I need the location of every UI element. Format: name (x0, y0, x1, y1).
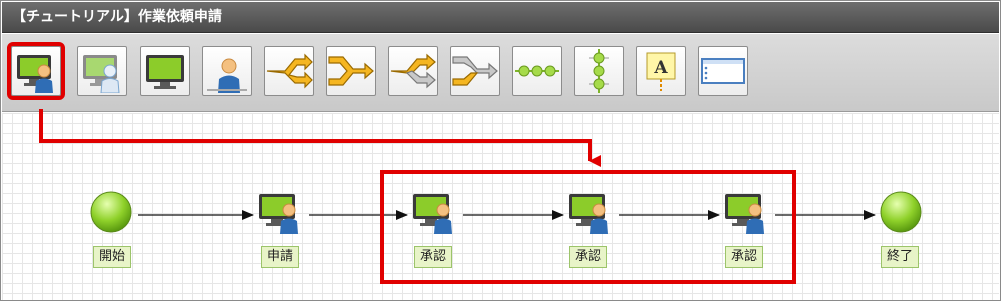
vertical-line-tool-button[interactable] (574, 46, 624, 96)
monitor-person-outline-icon (83, 55, 120, 93)
task-node-apply[interactable] (257, 188, 303, 238)
monitor-person-icon (17, 55, 53, 93)
note-tool-button[interactable] (698, 46, 748, 96)
group-task-tool-button[interactable] (77, 46, 127, 96)
workflow-editor-window: 【チュートリアル】作業依頼申請 A 開始 申請 承認 承認 承認 終了 (0, 0, 1001, 301)
start-node[interactable] (89, 190, 133, 238)
node-label-end: 終了 (881, 246, 920, 268)
node-label-apply: 申請 (261, 246, 300, 268)
start-circle-icon (90, 191, 132, 233)
text-a-icon: A (646, 52, 676, 91)
split-merge-orange-icon (266, 53, 313, 89)
flow-canvas[interactable]: 開始 申請 承認 承認 承認 終了 (2, 113, 999, 300)
monitor-person-icon (259, 194, 298, 234)
person-icon (207, 58, 247, 93)
end-circle-icon (880, 191, 922, 233)
split-grey-icon (390, 53, 436, 89)
merge-grey-icon (452, 56, 498, 86)
horizontal-chain-icon (515, 65, 559, 77)
user-task-tool-button[interactable] (7, 42, 65, 100)
annotation-tool-button[interactable]: A (636, 46, 686, 96)
node-label-approve-1: 承認 (414, 246, 453, 268)
task-node-approve-2[interactable] (567, 188, 613, 238)
end-node[interactable] (879, 190, 923, 238)
system-task-tool-button[interactable] (140, 46, 190, 96)
task-node-approve-3[interactable] (723, 188, 769, 238)
monitor-person-icon (569, 194, 608, 234)
window-title: 【チュートリアル】作業依頼申請 (2, 2, 999, 33)
split-and-tool-button[interactable] (264, 46, 314, 96)
node-label-start: 開始 (93, 246, 132, 268)
horizontal-line-tool-button[interactable] (512, 46, 562, 96)
node-label-approve-3: 承認 (725, 246, 764, 268)
note-box-icon (701, 58, 745, 84)
monitor-person-icon (725, 194, 764, 234)
join-or-tool-button[interactable] (450, 46, 500, 96)
toolbar: A (2, 34, 999, 112)
manual-task-tool-button[interactable] (202, 46, 252, 96)
join-and-tool-button[interactable] (326, 46, 376, 96)
split-or-tool-button[interactable] (388, 46, 438, 96)
svg-text:A: A (653, 58, 668, 78)
monitor-icon (146, 55, 184, 89)
monitor-person-icon (413, 194, 452, 234)
vertical-chain-icon (589, 49, 609, 93)
merge-orange-icon (328, 56, 374, 86)
node-label-approve-2: 承認 (569, 246, 608, 268)
task-node-approve-1[interactable] (411, 188, 457, 238)
